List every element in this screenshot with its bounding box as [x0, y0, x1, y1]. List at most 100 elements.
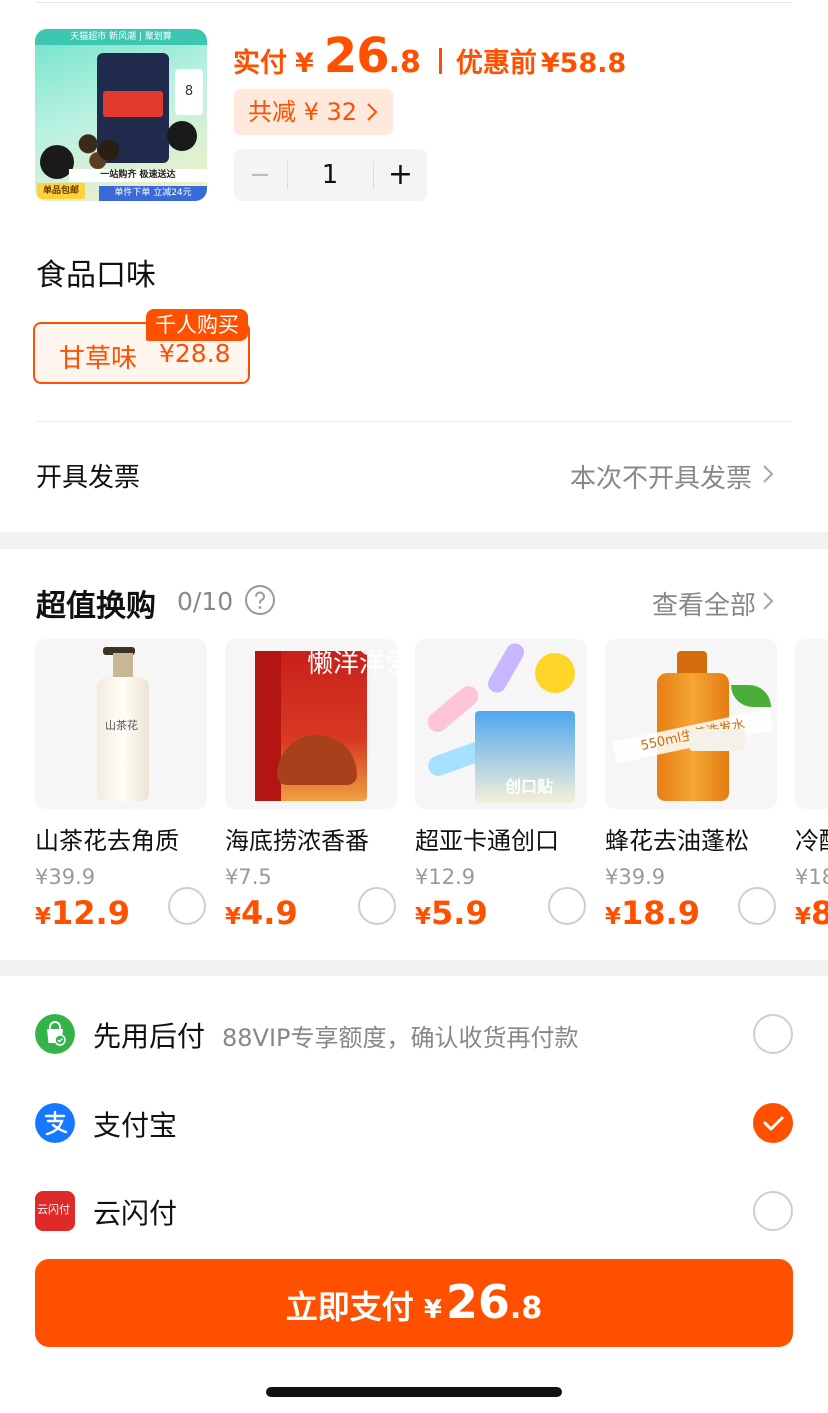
original-price-value: ¥58.8 [540, 48, 627, 79]
deal-item-price: ¥4.9 [225, 894, 298, 932]
deal-item-image[interactable] [795, 639, 828, 809]
payment-method-section: 先用后付 88VIP专享额度，确认收货再付款 支付宝 云闪付 云闪付 [0, 976, 828, 1413]
deal-item-original-price: ¥39.9 [35, 865, 96, 889]
trade-in-deals-section: 超值换购 0/10 查看全部 山茶花 山茶花去角质 ¥39.9 ¥12.9 懒洋… [0, 549, 828, 960]
payment-method-name: 先用后付 [93, 1020, 206, 1053]
deal-item-original-price: ¥39.9 [605, 865, 666, 889]
actual-pay-decimal: .8 [388, 45, 421, 80]
tmall-cat-icon-2 [167, 121, 197, 151]
home-indicator[interactable] [266, 1387, 562, 1397]
currency-symbol: ¥ [415, 904, 432, 930]
deal-item-original-price: ¥12.9 [415, 865, 476, 889]
product-seeds [69, 127, 133, 169]
deal-item-select-radio[interactable] [168, 887, 206, 925]
section-divider [36, 421, 792, 422]
pay-now-currency: ¥ [423, 1295, 442, 1325]
deal-item-price-value: 12.9 [51, 894, 130, 932]
bottle-neck [113, 653, 133, 679]
help-icon[interactable] [244, 584, 276, 616]
shield-bag-icon [35, 1014, 75, 1054]
deal-item-price: ¥5.9 [415, 894, 488, 932]
payment-method-pay-later[interactable]: 先用后付 88VIP专享额度，确认收货再付款 [0, 997, 828, 1067]
deal-item-price-value: 8 [811, 894, 828, 932]
pay-now-label: 立即支付 [285, 1288, 414, 1326]
deal-item-price: ¥18.9 [605, 894, 700, 932]
deal-item-price: ¥8 [795, 894, 828, 932]
actual-pay-currency: ¥ [295, 48, 314, 79]
payment-method-name: 支付宝 [93, 1109, 178, 1142]
deal-item-price: ¥12.9 [35, 894, 130, 932]
product-promo-line: 一站购齐 极速送达 [69, 169, 207, 182]
deal-item-name: 山茶花去角质 [35, 827, 179, 855]
deal-item-name: 超亚卡通创口 [415, 827, 559, 855]
payment-radio[interactable] [753, 1191, 793, 1231]
quantity-value[interactable]: 1 [288, 149, 372, 201]
product-image[interactable]: 天猫超市 新风潮 | 聚划算 8 一站购齐 极速送达 单件下单 立减24元 单品… [35, 29, 207, 201]
payment-method-alipay[interactable]: 支付宝 [0, 1086, 828, 1156]
payment-radio-selected[interactable] [753, 1103, 793, 1143]
popular-badge: 千人购买 [146, 309, 248, 341]
deal-item-original-price: ¥7.5 [225, 865, 272, 889]
pay-now-amount-decimal: .8 [509, 1291, 543, 1326]
payment-method-desc: 88VIP专享额度，确认收货再付款 [222, 1024, 579, 1052]
leaf-decoration [731, 685, 771, 707]
invoice-value: 本次不开具发票 [569, 464, 752, 494]
increase-quantity-button[interactable]: + [374, 149, 427, 201]
product-image-banner: 天猫超市 新风潮 | 聚划算 [35, 29, 207, 45]
discount-detail-label: 共减 ¥ 32 [248, 98, 358, 126]
bottle-label: 山茶花 [105, 719, 138, 732]
deal-item-price-value: 18.9 [621, 894, 700, 932]
chevron-right-icon [367, 103, 378, 121]
pay-now-button[interactable]: 立即支付 ¥ 26 .8 [35, 1259, 793, 1347]
pay-now-amount-integer: 26 [445, 1275, 510, 1329]
product-promo-line-2: 单件下单 立减24元 [99, 186, 207, 201]
watermark-text: 懒洋洋爱睡觉 [307, 649, 397, 679]
invoice-row[interactable]: 开具发票 本次不开具发票 [0, 440, 828, 510]
discount-detail-button[interactable]: 共减 ¥ 32 [234, 89, 393, 135]
order-item-card: 天猫超市 新风潮 | 聚划算 8 一站购齐 极速送达 单件下单 立减24元 单品… [0, 0, 828, 532]
actual-pay-integer: 26 [323, 28, 390, 84]
bandage-strip [484, 640, 528, 696]
product-shipping-badge: 单品包邮 [37, 183, 85, 199]
currency-symbol: ¥ [795, 904, 812, 930]
top-divider [36, 2, 792, 3]
bandage-box-label: 创口贴 [505, 777, 554, 796]
deals-title: 超值换购 [36, 589, 156, 624]
chevron-right-icon [763, 465, 774, 483]
duck-figure [535, 653, 575, 693]
invoice-label: 开具发票 [36, 463, 141, 493]
quantity-stepper: − 1 + [234, 149, 427, 201]
see-all-link[interactable]: 查看全部 [652, 585, 756, 622]
flavor-option-price: ¥28.8 [159, 339, 231, 368]
deal-item-image[interactable]: 550ml生姜洗发水 [605, 639, 777, 809]
deal-item-price-value: 4.9 [241, 894, 298, 932]
product-image-tag: 8 [175, 69, 203, 115]
shampoo-cap [677, 651, 707, 675]
original-price-label: 优惠前 [455, 48, 537, 79]
shampoo-label [689, 729, 745, 751]
actual-pay-label: 实付 [233, 48, 287, 79]
bandage-box: 创口贴 [475, 711, 575, 803]
currency-symbol: ¥ [225, 904, 242, 930]
price-separator [438, 48, 442, 74]
decrease-quantity-button[interactable]: − [234, 149, 286, 201]
deal-item-select-radio[interactable] [358, 887, 396, 925]
chevron-right-icon[interactable] [754, 587, 782, 615]
deal-item-price-value: 5.9 [431, 894, 488, 932]
deal-item-name: 蜂花去油蓬松 [605, 827, 749, 855]
payment-radio[interactable] [753, 1014, 793, 1054]
alipay-icon [35, 1103, 75, 1143]
unionpay-icon: 云闪付 [35, 1191, 75, 1231]
price-summary: 实付 ¥ 26 .8 优惠前 ¥58.8 [233, 28, 627, 84]
deal-item-name: 冷酷 [795, 827, 828, 855]
currency-symbol: ¥ [35, 904, 52, 930]
payment-method-unionpay[interactable]: 云闪付 云闪付 [0, 1174, 828, 1244]
deal-item-select-radio[interactable] [738, 887, 776, 925]
product-package-label [103, 91, 163, 117]
deals-count: 0/10 [177, 587, 234, 616]
deal-item-image[interactable]: 山茶花 [35, 639, 207, 809]
deal-item-image[interactable]: 创口贴 [415, 639, 587, 809]
deal-item-image[interactable]: 懒洋洋爱睡觉 [225, 639, 397, 809]
bandage-strip [423, 682, 483, 736]
deal-item-select-radio[interactable] [548, 887, 586, 925]
